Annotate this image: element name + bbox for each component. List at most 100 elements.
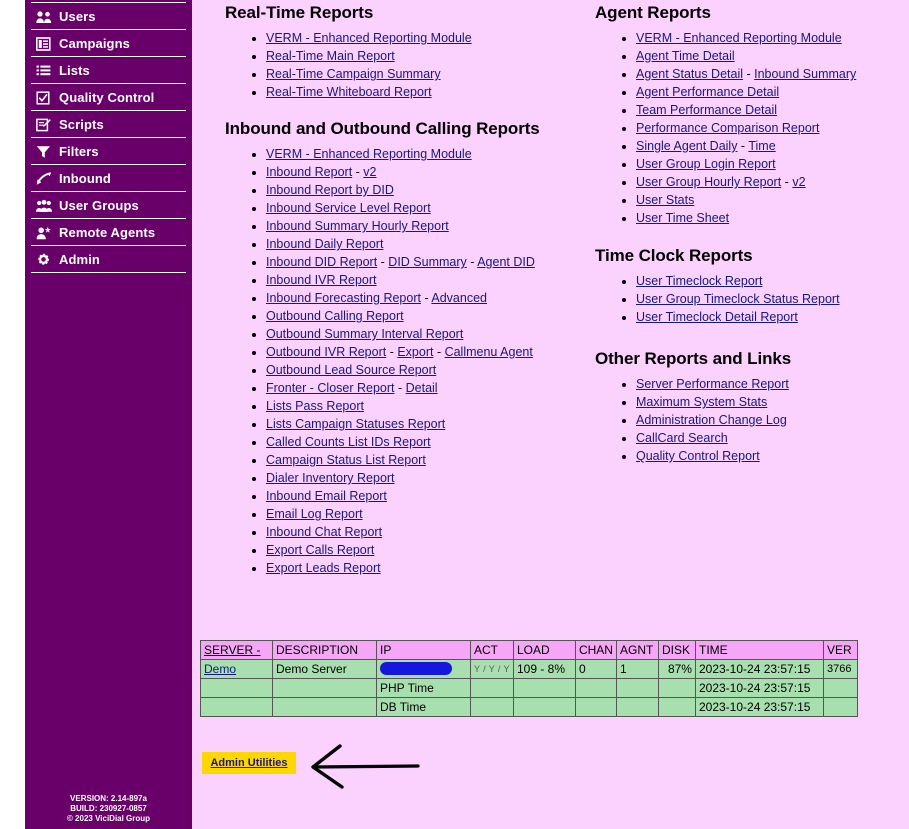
report-link[interactable]: Inbound Service Level Report [266,201,431,215]
report-link[interactable]: v2 [363,165,376,179]
report-link[interactable]: User Group Timeclock Status Report [636,292,840,306]
sidebar-item-lists[interactable]: Lists [25,57,192,84]
report-link[interactable]: Inbound Report by DID [266,183,394,197]
table-cell-agnt [615,697,659,717]
report-list-item: Called Counts List IDs Report [266,433,603,451]
report-link[interactable]: Administration Change Log [636,413,787,427]
report-link[interactable]: Outbound IVR Report [266,345,386,359]
sidebar-item-user-groups[interactable]: User Groups [25,192,192,219]
sidebar-item-campaigns[interactable]: Campaigns [25,30,192,57]
report-link[interactable]: Agent Status Detail [636,67,743,81]
report-link[interactable]: User Group Hourly Report [636,175,781,189]
report-link[interactable]: Outbound Lead Source Report [266,363,436,377]
sidebar-item-label: Quality Control [59,90,155,105]
sidebar-item-label: Inbound [59,171,111,186]
report-link[interactable]: Inbound Summary Hourly Report [266,219,449,233]
report-link[interactable]: Detail [406,381,438,395]
link-separator: - [781,175,793,189]
server-sort-link[interactable]: SERVER - [204,643,260,657]
report-link[interactable]: User Timeclock Report [636,274,762,288]
sidebar-item-filters[interactable]: Filters [25,138,192,165]
report-link[interactable]: Time [748,139,775,153]
sidebar-item-scripts[interactable]: Scripts [25,111,192,138]
report-link[interactable]: Real-Time Campaign Summary [266,67,441,81]
report-link[interactable]: Fronter - Closer Report [266,381,395,395]
table-cell-time: 2023-10-24 23:57:15 [694,678,824,698]
report-link[interactable]: Team Performance Detail [636,103,777,117]
report-list-item: User Timeclock Detail Report [636,308,905,326]
table-cell-load [512,697,576,717]
report-link[interactable]: Export Calls Report [266,543,374,557]
report-link[interactable]: Called Counts List IDs Report [266,435,431,449]
report-link[interactable]: User Group Login Report [636,157,776,171]
report-link[interactable]: Quality Control Report [636,449,760,463]
sidebar-item-remote-agents[interactable]: Remote Agents [25,219,192,246]
report-link[interactable]: User Timeclock Detail Report [636,310,798,324]
report-link[interactable]: Outbound Calling Report [266,309,404,323]
report-link[interactable]: Inbound Report [266,165,352,179]
report-link[interactable]: Agent Time Detail [636,49,735,63]
report-link[interactable]: Callmenu Agent [445,345,533,359]
link-list-agent: VERM - Enhanced Reporting Module Agent Ti… [595,29,905,227]
sidebar-nav-list: Users Campaigns Lists Quality Control Script… [25,3,192,273]
sidebar-item-label: Admin [59,252,100,267]
report-list-item: VERM - Enhanced Reporting Module [266,29,603,47]
sidebar-item-admin[interactable]: Admin [25,246,192,273]
report-list-item: User Timeclock Report [636,272,905,290]
vicidial-reports-page: Users Campaigns Lists Quality Control Script… [0,0,909,829]
report-link[interactable]: Outbound Summary Interval Report [266,327,463,341]
report-link[interactable]: CallCard Search [636,431,728,445]
report-link[interactable]: Inbound Forecasting Report [266,291,421,305]
report-link[interactable]: v2 [792,175,805,189]
report-list-item: Agent Time Detail [636,47,905,65]
sidebar-item-inbound[interactable]: Inbound [25,165,192,192]
table-cell-ver [822,678,858,698]
sidebar-item-label: Users [59,9,96,24]
report-link[interactable]: Lists Pass Report [266,399,364,413]
report-list-item: Lists Pass Report [266,397,603,415]
report-link[interactable]: User Time Sheet [636,211,729,225]
report-link[interactable]: VERM - Enhanced Reporting Module [266,31,472,45]
link-separator: - [433,345,445,359]
table-header-row: SERVER - DESCRIPTION IP ACT LOAD CHAN AGNT DISK… [200,640,858,660]
report-link[interactable]: Real-Time Whiteboard Report [266,85,432,99]
report-link[interactable]: VERM - Enhanced Reporting Module [636,31,842,45]
link-separator: - [420,291,432,305]
sidebar-item-quality-control[interactable]: Quality Control [25,84,192,111]
server-detail-link[interactable]: Demo [204,662,236,676]
report-link[interactable]: DID Summary [388,255,466,269]
report-link[interactable]: Export [397,345,433,359]
report-link[interactable]: Dialer Inventory Report [266,471,395,485]
admin-utilities-button[interactable]: Admin Utilities [202,752,296,774]
report-link[interactable]: Email Log Report [266,507,363,521]
table-cell-ver [822,697,858,717]
table-cell-agnt [615,678,659,698]
table-cell-ip: DB Time [376,697,471,717]
report-link[interactable]: Inbound IVR Report [266,273,377,287]
report-link[interactable]: Inbound Daily Report [266,237,383,251]
report-link[interactable]: Inbound DID Report [266,255,377,269]
report-list-item: Agent Status Detail - Inbound Summary [636,65,905,83]
report-link[interactable]: Inbound Email Report [266,489,387,503]
table-cell-chan: 0 [574,659,617,679]
report-link[interactable]: Performance Comparison Report [636,121,819,135]
report-link[interactable]: Single Agent Daily [636,139,737,153]
report-link[interactable]: Lists Campaign Statuses Report [266,417,445,431]
report-link[interactable]: Agent DID [477,255,535,269]
report-link[interactable]: Real-Time Main Report [266,49,395,63]
report-list-item: Administration Change Log [636,411,905,429]
report-link[interactable]: VERM - Enhanced Reporting Module [266,147,472,161]
report-link[interactable]: User Stats [636,193,694,207]
report-link[interactable]: Agent Performance Detail [636,85,779,99]
report-link[interactable]: Advanced [431,291,487,305]
sidebar-item-users[interactable]: Users [25,3,192,30]
report-link[interactable]: Server Performance Report [636,377,789,391]
table-cell-server [200,678,273,698]
script-edit-icon [35,116,52,133]
report-link[interactable]: Campaign Status List Report [266,453,426,467]
report-link[interactable]: Maximum System Stats [636,395,767,409]
report-link[interactable]: Export Leads Report [266,561,381,575]
report-link[interactable]: Inbound Chat Report [266,525,382,539]
table-header-cell: DISK [657,640,696,660]
report-link[interactable]: Inbound Summary [754,67,856,81]
